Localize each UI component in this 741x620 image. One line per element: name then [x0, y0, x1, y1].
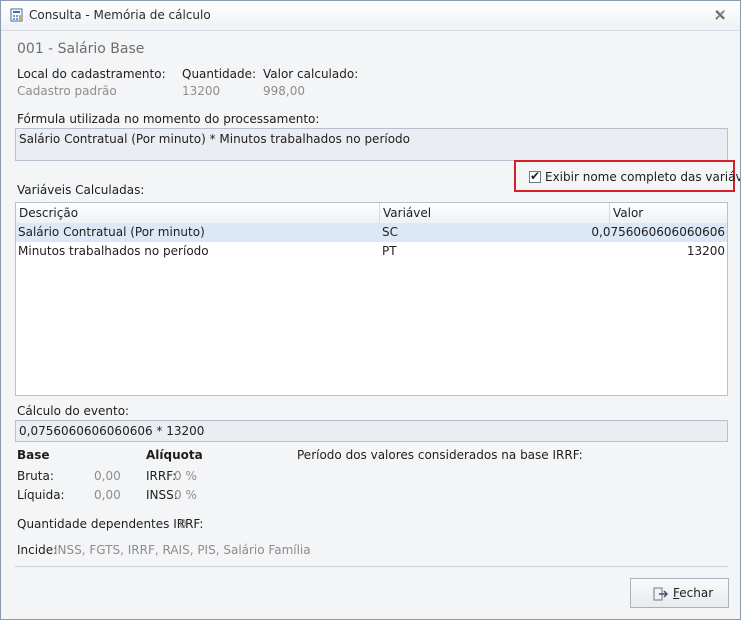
cell-variavel: SC [382, 225, 398, 239]
highlight-frame: ✔ Exibir nome completo das variáveis [514, 160, 740, 192]
base-header: Base [17, 448, 50, 462]
liquida-value: 0,00 [94, 488, 121, 502]
irrf-value: 0 % [174, 469, 197, 483]
dialog-window: Consulta - Memória de cálculo 001 - Salá… [0, 0, 741, 620]
bruta-label: Bruta: [17, 469, 54, 483]
show-full-names-checkbox[interactable]: ✔ [529, 169, 541, 183]
local-label: Local do cadastramento: [17, 67, 166, 81]
cell-valor: 13200 [686, 244, 725, 258]
title-bar: Consulta - Memória de cálculo [1, 1, 740, 31]
fechar-label: Fechar [673, 586, 714, 600]
incide-value: INSS, FGTS, IRRF, RAIS, PIS, Salário Fam… [54, 543, 311, 557]
valor-calculado-label: Valor calculado: [263, 67, 359, 81]
calculo-field[interactable]: 0,0756060606060606 * 13200 [15, 420, 728, 442]
column-header-descricao[interactable]: Descrição [16, 203, 380, 223]
cell-descricao: Minutos trabalhados no período [18, 244, 209, 258]
local-value: Cadastro padrão [17, 84, 117, 98]
checkmark-icon: ✔ [530, 169, 541, 183]
liquida-label: Líquida: [17, 488, 65, 502]
calculo-label: Cálculo do evento: [17, 404, 130, 418]
variables-grid[interactable]: Descrição Variável Valor Salário Contrat… [15, 202, 728, 396]
column-header-valor[interactable]: Valor [610, 203, 727, 223]
calculo-text: 0,0756060606060606 * 13200 [19, 424, 205, 438]
dependentes-value: 0 [179, 517, 187, 531]
quantidade-label: Quantidade: [182, 67, 257, 81]
close-icon[interactable] [712, 7, 728, 23]
valor-calculado-value: 998,00 [263, 84, 305, 98]
fechar-button[interactable]: Fechar [630, 578, 729, 608]
exit-door-icon [653, 587, 668, 601]
grid-header: Descrição Variável Valor [16, 203, 727, 224]
cell-variavel: PT [382, 244, 397, 258]
irrf-label: IRRF: [146, 469, 177, 483]
show-full-names-label[interactable]: Exibir nome completo das variáveis [545, 170, 740, 184]
incide-label: Incide: [17, 543, 58, 557]
column-header-variavel[interactable]: Variável [380, 203, 610, 223]
calculator-form-icon [10, 8, 23, 22]
cell-valor: 0,0756060606060606 [591, 225, 725, 239]
footer-divider [15, 566, 728, 567]
variables-label: Variáveis Calculadas: [17, 183, 145, 197]
formula-label: Fórmula utilizada no momento do processa… [17, 112, 320, 126]
table-row[interactable]: Minutos trabalhados no período PT 13200 [16, 242, 727, 261]
bruta-value: 0,00 [94, 469, 121, 483]
aliquota-header: Alíquota [146, 448, 203, 462]
formula-text: Salário Contratual (Por minuto) * Minuto… [19, 132, 411, 146]
quantidade-value: 13200 [182, 84, 221, 98]
inss-value: 0 % [174, 488, 197, 502]
formula-field[interactable]: Salário Contratual (Por minuto) * Minuto… [15, 128, 728, 161]
periodo-label: Período dos valores considerados na base… [297, 448, 583, 462]
event-title: 001 - Salário Base [17, 41, 145, 57]
table-row[interactable]: Salário Contratual (Por minuto) SC 0,075… [16, 223, 727, 242]
window-title: Consulta - Memória de cálculo [29, 8, 211, 22]
dependentes-label: Quantidade dependentes IRRF: [17, 517, 204, 531]
cell-descricao: Salário Contratual (Por minuto) [18, 225, 205, 239]
